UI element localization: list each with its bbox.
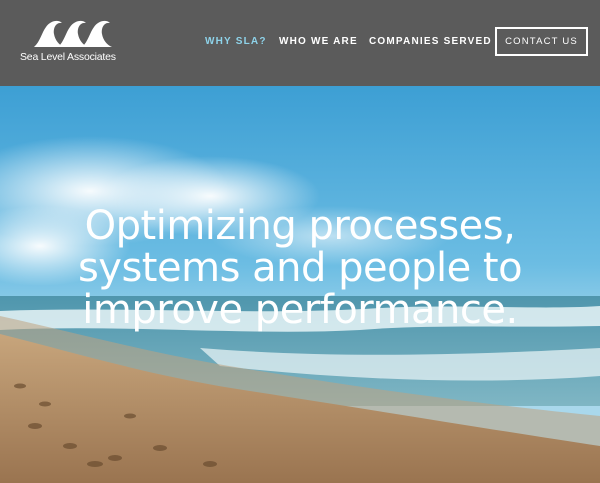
- contact-us-button[interactable]: CONTACT US: [495, 27, 588, 56]
- brand-logo[interactable]: Sea Level Associates: [20, 18, 130, 66]
- headline-line: improve performance.: [82, 287, 518, 333]
- site-header: Sea Level Associates WHY SLA? WHO WE ARE…: [0, 0, 600, 86]
- nav-why-sla[interactable]: WHY SLA?: [205, 36, 267, 47]
- nav-companies-served[interactable]: COMPANIES SERVED: [369, 36, 492, 47]
- nav-who-we-are[interactable]: WHO WE ARE: [279, 36, 358, 47]
- headline-line: systems and people to: [77, 245, 523, 291]
- waves-icon: [34, 20, 112, 47]
- hero-banner: Optimizing processes, systems and people…: [0, 86, 600, 483]
- hero-headline: Optimizing processes, systems and people…: [0, 205, 600, 331]
- brand-name: Sea Level Associates: [20, 51, 116, 63]
- headline-line: Optimizing processes,: [84, 203, 516, 249]
